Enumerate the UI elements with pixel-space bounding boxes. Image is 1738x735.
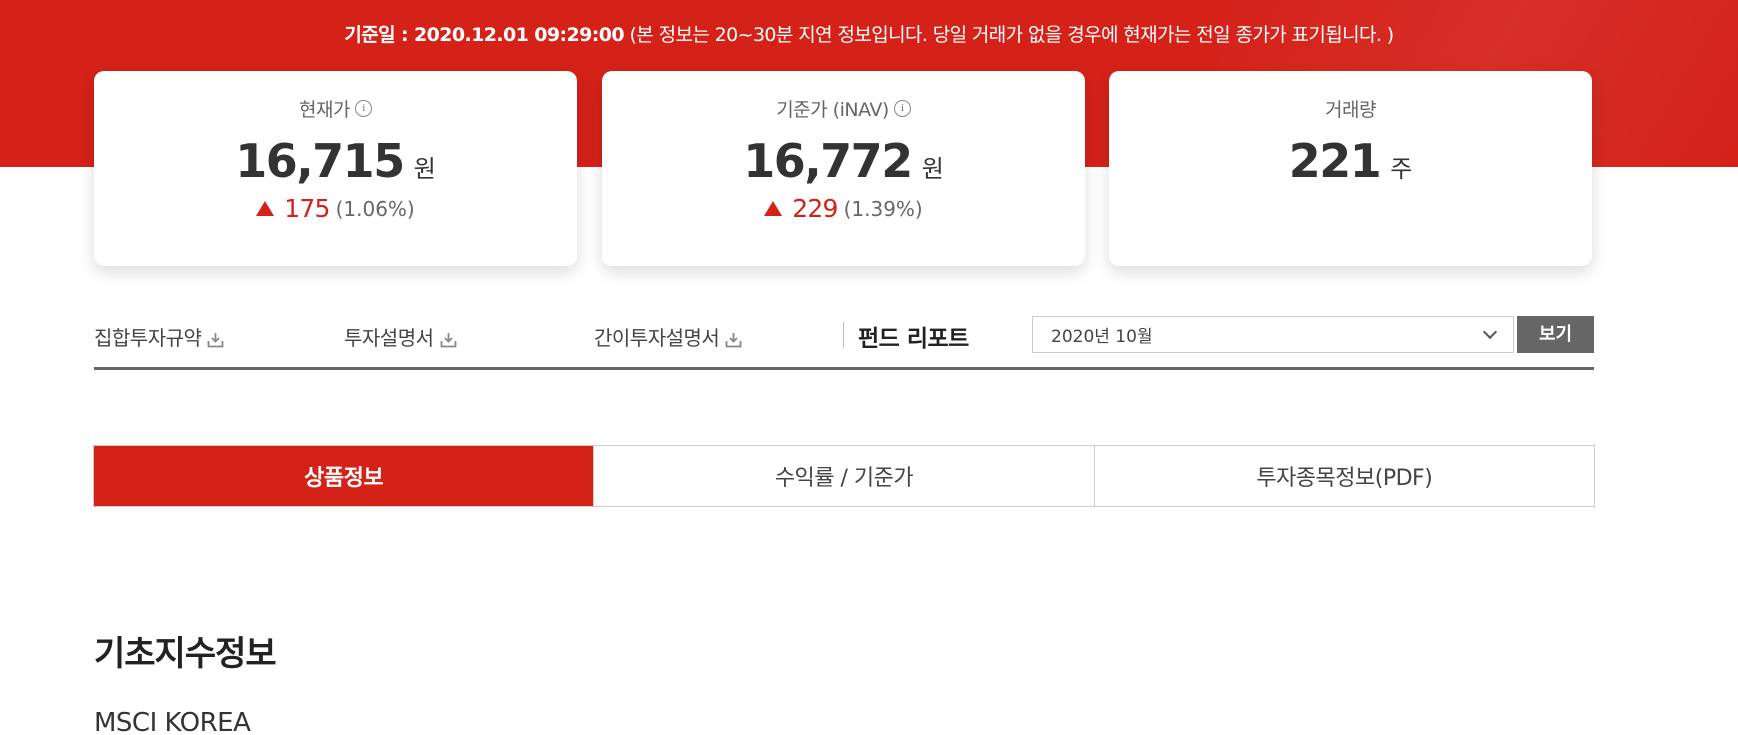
fund-report-label: 펀드 리포트 (858, 326, 969, 352)
chevron-down-icon (1482, 324, 1498, 339)
report-month-select[interactable]: 2020년 10월 (1032, 316, 1514, 353)
unit-label: 원 (921, 155, 944, 183)
current-price-card: 현재가 i 16,715 원 175 (1.06%) (94, 71, 577, 266)
doc-link-simple-prospectus[interactable]: 간이투자설명서 (594, 322, 742, 351)
doc-link-label: 투자설명서 (344, 326, 434, 350)
unit-label: 주 (1390, 155, 1413, 183)
data-notice: 기준일 : 2020.12.01 09:29:00 (본 정보는 20~30분 … (0, 20, 1738, 47)
download-icon (207, 329, 224, 347)
tab-returns-nav[interactable]: 수익률 / 기준가 (593, 446, 1093, 506)
inav-value: 16,772 (743, 134, 913, 188)
card-label: 거래량 (1325, 99, 1376, 121)
doc-link-label: 집합투자규약 (94, 326, 202, 350)
up-arrow-icon (764, 201, 783, 216)
doc-link-label: 간이투자설명서 (594, 326, 720, 350)
volume-card: 거래량 221 주 (1109, 71, 1592, 266)
card-label: 기준가 (iNAV) (776, 99, 889, 121)
change-percent: (1.39%) (843, 196, 923, 221)
change-value: 229 (792, 194, 838, 223)
inav-card: 기준가 (iNAV) i 16,772 원 229 (1.39%) (602, 71, 1085, 266)
tab-holdings-pdf[interactable]: 투자종목정보(PDF) (1093, 446, 1594, 506)
doc-link-trust-deed[interactable]: 집합투자규약 (94, 322, 224, 351)
notice-date: 기준일 : 2020.12.01 09:29:00 (344, 24, 624, 46)
change-value: 175 (284, 194, 330, 223)
view-button[interactable]: 보기 (1517, 316, 1594, 353)
download-icon (725, 329, 742, 347)
notice-note: (본 정보는 20~30분 지연 정보입니다. 당일 거래가 없을 경우에 현재… (629, 24, 1394, 46)
section-title: 기초지수정보 (94, 634, 277, 674)
selected-month: 2020년 10월 (1051, 327, 1153, 347)
info-icon[interactable]: i (354, 100, 372, 117)
up-arrow-icon (256, 201, 275, 216)
index-name: MSCI KOREA (94, 708, 251, 735)
document-bar: 집합투자규약 투자설명서 간이투자설명서 펀드 리포트 2020년 10월 보기 (94, 316, 1594, 370)
volume-value: 221 (1288, 134, 1382, 188)
download-icon (440, 329, 457, 347)
divider (843, 322, 844, 348)
tab-product-info[interactable]: 상품정보 (94, 446, 594, 506)
card-label: 현재가 (299, 99, 350, 121)
unit-label: 원 (413, 155, 436, 183)
change-percent: (1.06%) (335, 196, 415, 221)
info-icon[interactable]: i (893, 100, 911, 117)
product-tabs: 상품정보 수익률 / 기준가 투자종목정보(PDF) (93, 445, 1595, 507)
current-price-value: 16,715 (235, 134, 405, 188)
doc-link-prospectus[interactable]: 투자설명서 (344, 322, 457, 351)
